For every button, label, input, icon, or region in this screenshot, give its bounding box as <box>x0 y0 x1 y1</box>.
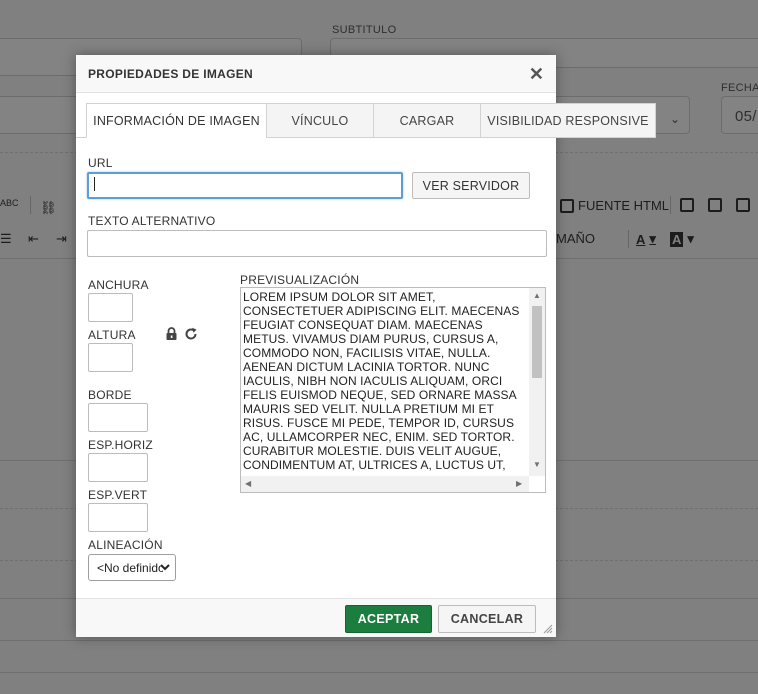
background-save-glyph <box>680 198 694 212</box>
hspace-label: ESP.HORIZ <box>88 438 153 452</box>
background-divider <box>0 640 758 641</box>
tab-link[interactable]: VÍNCULO <box>266 103 373 138</box>
lock-ratio-icon[interactable] <box>165 327 178 341</box>
cancel-button[interactable]: CANCELAR <box>438 605 536 633</box>
preview-box[interactable]: LOREM IPSUM DOLOR SIT AMET, CONSECTETUER… <box>240 287 546 493</box>
scroll-left-icon[interactable]: ◀ <box>245 479 251 488</box>
scroll-right-icon[interactable]: ▶ <box>516 479 522 488</box>
dialog-header: PROPIEDADES DE IMAGEN ✕ <box>76 55 556 93</box>
vspace-label: ESP.VERT <box>88 488 148 502</box>
url-input[interactable] <box>87 172 403 199</box>
height-input[interactable] <box>88 343 133 372</box>
vspace-input[interactable] <box>88 503 148 532</box>
resize-grip-icon[interactable] <box>543 624 553 634</box>
align-label: ALINEACIÓN <box>88 538 163 552</box>
width-label: ANCHURA <box>88 278 149 292</box>
hspace-input[interactable] <box>88 453 148 482</box>
background-source-icon <box>560 198 574 213</box>
background-link-icon: ⛓ <box>40 200 57 215</box>
tab-responsive-visibility[interactable]: VISIBILIDAD RESPONSIVE <box>480 103 656 138</box>
background-bg-color-icon: A ▾ <box>670 231 694 247</box>
scroll-down-icon[interactable]: ▼ <box>533 460 541 469</box>
tab-image-info[interactable]: INFORMACIÓN DE IMAGEN <box>86 103 266 138</box>
background-text-color-icon: A ▾ <box>636 231 656 247</box>
background-preview-icon <box>736 198 750 212</box>
background-separator <box>628 230 629 248</box>
background-preview-glyph <box>736 198 750 212</box>
browse-server-button[interactable]: VER SERVIDOR <box>412 172 530 199</box>
preview-vertical-scrollbar[interactable]: ▲ ▼ <box>529 288 545 476</box>
background-list-icon: ☰ <box>0 231 12 246</box>
align-select-value: <No definido> <box>97 560 163 575</box>
background-separator <box>670 196 671 214</box>
background-separator <box>30 196 31 214</box>
background-size-dropdown: MAÑO <box>556 231 595 246</box>
scroll-up-icon[interactable]: ▲ <box>533 291 541 300</box>
background-date-label: FECHA <box>721 82 758 94</box>
dialog-title: PROPIEDADES DE IMAGEN <box>88 67 253 81</box>
text-caret <box>94 177 95 191</box>
background-source-button: FUENTE HTML <box>560 198 669 213</box>
url-label: URL <box>88 156 113 170</box>
preview-text: LOREM IPSUM DOLOR SIT AMET, CONSECTETUER… <box>243 290 520 474</box>
preview-horizontal-scrollbar[interactable]: ◀ ▶ <box>241 476 529 492</box>
width-input[interactable] <box>88 293 133 322</box>
background-subtitle-label: SUBTITULO <box>332 24 397 36</box>
background-divider <box>0 672 758 673</box>
chevron-down-icon <box>160 564 170 571</box>
background-spellcheck-icon: ABC <box>0 198 19 208</box>
background-date-value: 05/ <box>735 108 757 125</box>
background-size-label: MAÑO <box>556 231 595 246</box>
background-chevron-icon: ⌄ <box>670 112 681 126</box>
reset-size-icon[interactable] <box>184 327 198 341</box>
background-indent-icon: ⇥ <box>56 231 67 246</box>
background-newpage-glyph <box>708 198 722 212</box>
accept-button[interactable]: ACEPTAR <box>345 605 432 633</box>
background-newpage-icon <box>708 198 722 212</box>
height-label: ALTURA <box>88 328 136 342</box>
dialog-tabs: INFORMACIÓN DE IMAGEN VÍNCULO CARGAR VIS… <box>86 103 656 138</box>
background-text-color-label: A <box>636 231 646 247</box>
image-properties-dialog: PROPIEDADES DE IMAGEN ✕ INFORMACIÓN DE I… <box>76 55 656 637</box>
preview-label: PREVISUALIZACIÓN <box>240 273 360 287</box>
tab-upload[interactable]: CARGAR <box>373 103 480 138</box>
border-label: BORDE <box>88 388 132 402</box>
border-input[interactable] <box>88 403 148 432</box>
background-bg-color-label: A <box>670 231 684 247</box>
background-save-icon <box>680 198 694 212</box>
background-spellcheck-text: ABC <box>0 198 19 208</box>
close-icon[interactable]: ✕ <box>529 65 544 83</box>
dialog-footer: ACEPTAR CANCELAR <box>76 598 556 637</box>
alt-text-label: TEXTO ALTERNATIVO <box>88 214 216 228</box>
align-select[interactable]: <No definido> <box>88 554 176 581</box>
alt-text-input[interactable] <box>87 230 547 257</box>
scroll-thumb[interactable] <box>532 306 542 378</box>
background-source-label: FUENTE HTML <box>578 198 669 213</box>
background-outdent-icon: ⇤ <box>28 231 39 246</box>
